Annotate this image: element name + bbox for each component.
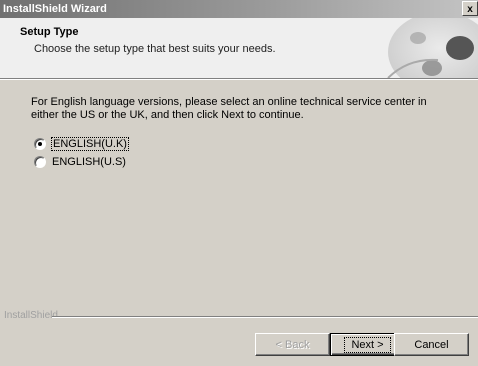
page-subtitle: Choose the setup type that best suits yo… <box>34 43 276 55</box>
option-label-us: ENGLISH(U.S) <box>52 156 126 168</box>
close-icon: x <box>467 4 473 15</box>
footer-divider <box>52 316 478 318</box>
title-bar: InstallShield Wizard x <box>0 0 478 18</box>
cancel-button[interactable]: Cancel <box>394 333 469 356</box>
radio-button-uk[interactable] <box>34 138 46 150</box>
option-label-uk: ENGLISH(U.K) <box>51 137 129 151</box>
header-divider <box>0 78 478 80</box>
option-english-us[interactable]: ENGLISH(U.S) <box>34 154 126 170</box>
installshield-brand: InstallShield <box>4 310 58 321</box>
window-title: InstallShield Wizard <box>3 3 107 15</box>
instructions-text: For English language versions, please se… <box>31 96 427 121</box>
film-reel-icon <box>387 18 478 78</box>
page-title: Setup Type <box>20 26 79 38</box>
back-button[interactable]: < Back <box>255 333 330 356</box>
radio-button-us[interactable] <box>34 156 46 168</box>
option-english-uk[interactable]: ENGLISH(U.K) <box>34 136 129 152</box>
close-button[interactable]: x <box>462 1 478 16</box>
next-button-label: Next > <box>344 336 391 353</box>
wizard-header: Setup Type Choose the setup type that be… <box>0 18 478 78</box>
